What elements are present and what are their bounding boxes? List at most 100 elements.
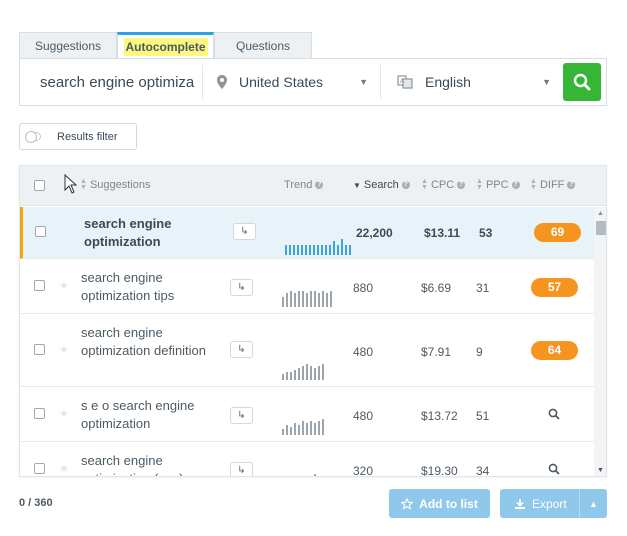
scroll-thumb[interactable] — [596, 221, 606, 235]
star-icon[interactable]: ★ — [59, 279, 69, 292]
tab-suggestions[interactable]: Suggestions — [19, 32, 117, 58]
export-button[interactable]: Export ▲ — [500, 489, 607, 518]
tab-label: Suggestions — [34, 38, 102, 53]
add-to-list-label: Add to list — [419, 496, 478, 511]
table-row[interactable]: ★ s e o search engine optimization ↳ 480… — [20, 387, 594, 442]
diff-badge: 69 — [534, 223, 581, 242]
row-checkbox[interactable] — [35, 226, 46, 237]
pin-icon — [217, 75, 227, 89]
arrow-icon[interactable]: ↳ — [230, 279, 253, 296]
arrow-icon[interactable]: ↳ — [230, 462, 253, 476]
help-icon[interactable]: ? — [457, 181, 466, 189]
chevron-down-icon: ▼ — [359, 77, 368, 87]
sort-icon: ▲ ▼ — [421, 178, 428, 191]
column-label: Suggestions — [89, 179, 151, 191]
table-scrollbar[interactable]: ▲ ▼ — [594, 207, 606, 476]
arrow-icon[interactable]: ↳ — [230, 407, 253, 424]
table-header: ▲ ▼ Suggestions Trend? ▼ Search? ▲ ▼ CPC? … — [20, 166, 606, 206]
location-select[interactable]: United States ▼ — [203, 74, 380, 90]
trend-bar — [329, 245, 331, 255]
sort-desc-icon: ▼ — [353, 180, 361, 190]
trend-bar — [290, 372, 292, 380]
keyword-text: s e o search engine optimization — [81, 398, 195, 431]
cpc-value: $6.69 — [421, 281, 452, 295]
trend-bar — [345, 245, 347, 255]
magnifier-icon[interactable] — [548, 407, 560, 425]
trend-bar — [286, 293, 288, 307]
tab-autocomplete[interactable]: Autocomplete — [117, 32, 214, 58]
row-checkbox[interactable] — [34, 280, 45, 291]
arrow-icon[interactable]: ↳ — [230, 341, 253, 358]
table-row[interactable]: ★ search engine optimization (seo) ↳ 320… — [20, 442, 594, 477]
cpc-value: $7.91 — [421, 345, 452, 359]
tab-questions[interactable]: Questions — [214, 32, 312, 58]
row-checkbox[interactable] — [34, 408, 45, 419]
scroll-up-icon[interactable]: ▲ — [597, 210, 604, 217]
results-filter-toggle[interactable]: Results filter — [19, 123, 137, 150]
select-all-checkbox[interactable] — [34, 180, 45, 191]
table-row[interactable]: search engine optimization ↳ 22,200 $13.… — [20, 207, 594, 259]
trend-sparkline — [282, 474, 324, 477]
trend-bar — [294, 293, 296, 307]
language-select[interactable]: A English ▼ — [381, 74, 563, 90]
keyword-input[interactable]: search engine optimiza — [20, 74, 202, 91]
trend-bar — [294, 370, 296, 380]
column-search[interactable]: ▼ Search? — [353, 179, 410, 191]
column-ppc[interactable]: ▲ ▼ PPC? — [476, 178, 520, 191]
tab-label: Autocomplete — [123, 37, 208, 56]
trend-bar — [341, 239, 343, 255]
selection-count: 0 / 360 — [19, 497, 53, 509]
trend-sparkline — [282, 364, 324, 380]
trend-bar — [298, 425, 300, 435]
trend-bar — [290, 427, 292, 435]
arrow-icon[interactable]: ↳ — [233, 223, 256, 240]
ppc-value: 34 — [476, 464, 490, 477]
trend-sparkline — [282, 291, 332, 307]
search-volume: 880 — [353, 281, 374, 295]
export-label: Export — [532, 496, 567, 511]
trend-bar — [306, 364, 308, 380]
search-bar: search engine optimiza United States ▼ A… — [19, 58, 607, 106]
trend-bar — [289, 245, 291, 255]
trend-bar — [290, 291, 292, 307]
trend-bar — [310, 421, 312, 435]
trend-bar — [310, 366, 312, 380]
row-checkbox[interactable] — [34, 344, 45, 355]
search-button[interactable] — [563, 63, 601, 101]
help-icon[interactable]: ? — [567, 181, 576, 189]
trend-bar — [286, 425, 288, 435]
search-icon — [573, 73, 591, 91]
mouse-cursor-icon — [64, 174, 78, 194]
column-suggestions[interactable]: ▲ ▼ Suggestions — [80, 178, 151, 191]
trend-bar — [325, 245, 327, 255]
trend-bar — [330, 291, 332, 307]
chevron-up-icon[interactable]: ▲ — [580, 499, 607, 509]
row-checkbox[interactable] — [34, 463, 45, 474]
table-row[interactable]: ★ search engine optimization definition … — [20, 314, 594, 387]
trend-bar — [282, 429, 284, 435]
column-label: PPC — [485, 179, 509, 191]
help-icon[interactable]: ? — [511, 181, 520, 189]
trend-bar — [318, 421, 320, 435]
column-label: CPC — [430, 179, 455, 191]
trend-bar — [306, 476, 308, 477]
add-to-list-button[interactable]: Add to list — [389, 489, 490, 518]
column-diff[interactable]: ▲ ▼ DIFF? — [530, 178, 576, 191]
column-label: Search — [363, 179, 399, 191]
cpc-value: $19.30 — [421, 464, 458, 477]
export-main[interactable]: Export — [500, 497, 579, 511]
trend-bar — [282, 374, 284, 380]
table-row[interactable]: ★ search engine optimization tips ↳ 880 … — [20, 259, 594, 314]
scroll-down-icon[interactable]: ▼ — [597, 467, 604, 474]
help-icon[interactable]: ? — [401, 181, 410, 189]
download-icon — [515, 498, 525, 509]
toggle-switch[interactable] — [25, 131, 41, 143]
star-icon[interactable]: ★ — [59, 407, 69, 420]
star-icon[interactable]: ★ — [59, 462, 69, 475]
magnifier-icon[interactable] — [548, 462, 560, 476]
star-icon[interactable]: ★ — [59, 343, 69, 356]
trend-bar — [302, 421, 304, 435]
trend-bar — [314, 368, 316, 380]
column-cpc[interactable]: ▲ ▼ CPC? — [421, 178, 466, 191]
help-icon[interactable]: ? — [315, 181, 324, 189]
